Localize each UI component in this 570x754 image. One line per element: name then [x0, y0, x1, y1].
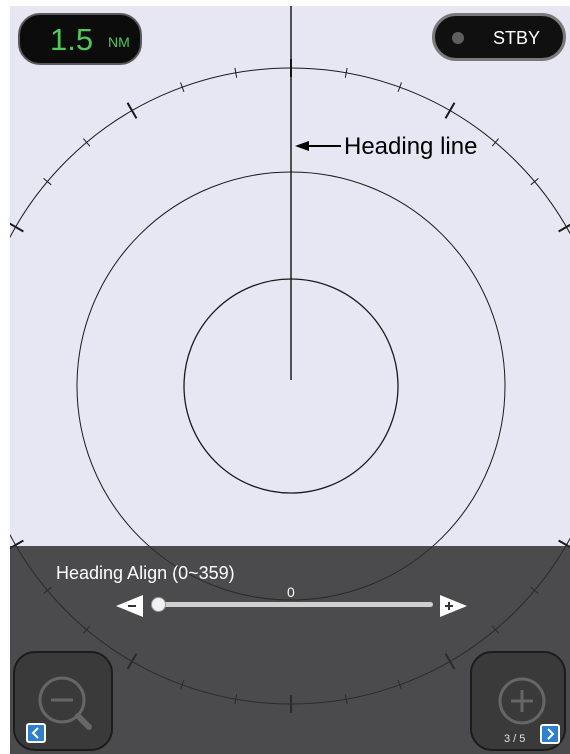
bearing-tick [126, 102, 138, 119]
range-unit: NM [108, 34, 130, 50]
bearing-tick [43, 177, 52, 186]
standby-button[interactable]: STBY [432, 13, 566, 61]
bearing-tick [10, 222, 24, 233]
next-page-button[interactable] [540, 724, 560, 744]
chevron-left-icon [31, 727, 39, 739]
radar-screen: Heading line 1.5 NM STBY Heading Align (… [10, 6, 570, 754]
heading-align-slider[interactable] [158, 602, 433, 607]
bearing-tick [530, 177, 539, 186]
zoom-out-button[interactable] [13, 651, 113, 751]
bearing-tick [82, 138, 91, 147]
heading-line-label: Heading line [344, 133, 478, 160]
heading-align-label: Heading Align (0~359) [56, 563, 235, 583]
heading-align-value: 0 [287, 584, 295, 600]
chevron-right-icon [547, 728, 555, 740]
range-display[interactable]: 1.5 NM [18, 13, 142, 65]
heading-align-panel: Heading Align (0~359) 0 3 / 5 [10, 546, 570, 754]
heading-line-arrow [295, 141, 341, 151]
page-indicator: 3 / 5 [504, 733, 526, 745]
bearing-tick [444, 102, 456, 119]
prev-page-button[interactable] [26, 723, 46, 743]
bearing-tick [491, 138, 500, 147]
increase-arrow-icon [440, 595, 467, 617]
slider-thumb[interactable] [151, 597, 166, 612]
decrease-button[interactable] [116, 595, 146, 617]
standby-label: STBY [493, 28, 541, 48]
increase-button[interactable] [440, 595, 470, 617]
range-value: 1.5 [50, 22, 94, 57]
status-indicator-icon [452, 32, 464, 44]
